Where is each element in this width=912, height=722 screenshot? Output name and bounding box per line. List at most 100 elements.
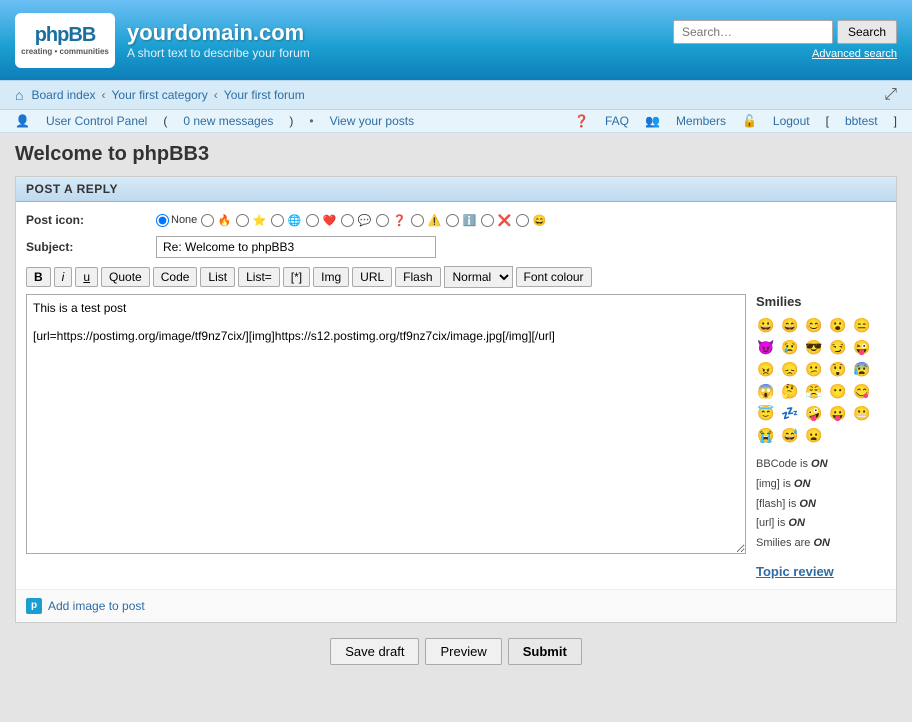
smiley-icon[interactable]: 😏 [828,337,848,357]
new-messages-link[interactable]: 0 new messages [183,114,273,128]
icon-face-radio[interactable] [516,214,529,227]
icon-none-radio[interactable] [156,214,169,227]
smiley-icon[interactable]: 😰 [852,359,872,379]
message-textarea[interactable]: This is a test post [url=https://postimg… [26,294,746,554]
icon-heart-img: ❤️ [321,212,337,228]
icon-question-radio[interactable] [376,214,389,227]
breadcrumb-board-index[interactable]: Board index [31,88,95,102]
italic-button[interactable]: i [54,267,73,287]
bbcode-info: BBCode is ON [img] is ON [flash] is ON [… [756,455,886,554]
icon-fire[interactable]: 🔥 [201,212,232,228]
main-content: Welcome to phpBB3 POST A REPLY Post icon… [0,133,912,685]
quote-button[interactable]: Quote [101,267,150,287]
smiley-icon[interactable]: 🤔 [780,381,800,401]
smiley-icon[interactable]: 😅 [780,425,800,445]
smiley-icon[interactable]: 😑 [852,315,872,335]
smiley-icon[interactable]: 😀 [756,315,776,335]
smiley-icon[interactable]: 😭 [756,425,776,445]
icon-heart-radio[interactable] [306,214,319,227]
icon-info[interactable]: ℹ️ [446,212,477,228]
smilies-label: Smilies are [756,537,810,549]
code-button[interactable]: Code [153,267,198,287]
icon-star[interactable]: ⭐ [236,212,267,228]
underline-button[interactable]: u [75,267,98,287]
submit-button[interactable]: Submit [508,638,582,665]
smiley-icon[interactable]: 😇 [756,403,776,423]
logo-text: phpBB [35,24,96,47]
add-image-link[interactable]: Add image to post [48,599,145,613]
smiley-icon[interactable]: 😋 [852,381,872,401]
search-area: Search Advanced search [673,20,897,60]
icon-warning-radio[interactable] [411,214,424,227]
font-colour-button[interactable]: Font colour [516,267,592,287]
subject-input[interactable] [156,236,436,258]
smiley-icon[interactable]: 😈 [756,337,776,357]
bold-button[interactable]: B [26,267,51,287]
icon-question-img: ❓ [391,212,407,228]
img-label: [img] [756,478,780,490]
icon-fire-radio[interactable] [201,214,214,227]
smiley-icon[interactable]: 😕 [804,359,824,379]
smiley-icon[interactable]: 😶 [828,381,848,401]
smiley-icon[interactable]: 😲 [828,359,848,379]
smiley-icon[interactable]: 😬 [852,403,872,423]
logout-link[interactable]: Logout [773,114,810,128]
faq-link[interactable]: FAQ [605,114,629,128]
icon-globe-radio[interactable] [271,214,284,227]
site-desc: A short text to describe your forum [127,46,310,60]
preview-button[interactable]: Preview [425,638,501,665]
breadcrumb-category[interactable]: Your first category [112,88,208,102]
smiley-icon[interactable]: 😄 [780,315,800,335]
icon-star-radio[interactable] [236,214,249,227]
advanced-search-link[interactable]: Advanced search [812,48,897,60]
save-draft-button[interactable]: Save draft [330,638,419,665]
smiley-icon[interactable]: 😢 [780,337,800,357]
icon-question[interactable]: ❓ [376,212,407,228]
font-size-select[interactable]: Tiny Small Normal Large Huge [444,266,513,288]
view-posts-link[interactable]: View your posts [330,114,415,128]
members-link[interactable]: Members [676,114,726,128]
icon-globe[interactable]: 🌐 [271,212,302,228]
username-link[interactable]: bbtest [845,114,878,128]
icon-heart[interactable]: ❤️ [306,212,337,228]
smiley-icon[interactable]: 😱 [756,381,776,401]
smiley-icon[interactable]: 😛 [828,403,848,423]
icon-cross-radio[interactable] [481,214,494,227]
smiley-icon[interactable]: 😤 [804,381,824,401]
breadcrumb-forum[interactable]: Your first forum [224,88,305,102]
icon-face[interactable]: 😄 [516,212,547,228]
flash-button[interactable]: Flash [395,267,440,287]
url-button[interactable]: URL [352,267,392,287]
smiley-icon[interactable]: 😦 [804,425,824,445]
icon-none[interactable]: None [156,214,197,227]
post-icon-label: Post icon: [26,213,156,227]
smiley-icon[interactable]: 😜 [852,337,872,357]
smiley-icon[interactable]: 💤 [780,403,800,423]
site-logo: phpBB creating • communities [15,13,115,68]
smiley-icon[interactable]: 😎 [804,337,824,357]
list-eq-button[interactable]: List= [238,267,280,287]
icon-speech-img: 💬 [356,212,372,228]
star-button[interactable]: [*] [283,267,310,287]
smiley-icon[interactable]: 😠 [756,359,776,379]
site-name: yourdomain.com [127,20,310,46]
resize-icon[interactable]: ⤢ [884,86,897,104]
icon-warning[interactable]: ⚠️ [411,212,442,228]
search-input[interactable] [673,20,833,44]
smiley-icon[interactable]: 😊 [804,315,824,335]
icon-cross[interactable]: ❌ [481,212,512,228]
search-button[interactable]: Search [837,20,897,44]
ucp-link[interactable]: User Control Panel [46,114,147,128]
icon-speech[interactable]: 💬 [341,212,372,228]
smiley-icon[interactable]: 😞 [780,359,800,379]
list-button[interactable]: List [200,267,235,287]
smilies-status: ON [813,537,830,549]
icon-speech-radio[interactable] [341,214,354,227]
smiley-icon[interactable]: 🤪 [804,403,824,423]
smiley-icon[interactable]: 😮 [828,315,848,335]
img-button[interactable]: Img [313,267,349,287]
icon-info-radio[interactable] [446,214,459,227]
breadcrumb-sep2: ‹ [214,88,218,102]
icon-fire-img: 🔥 [216,212,232,228]
topic-review-link[interactable]: Topic review [756,564,886,579]
